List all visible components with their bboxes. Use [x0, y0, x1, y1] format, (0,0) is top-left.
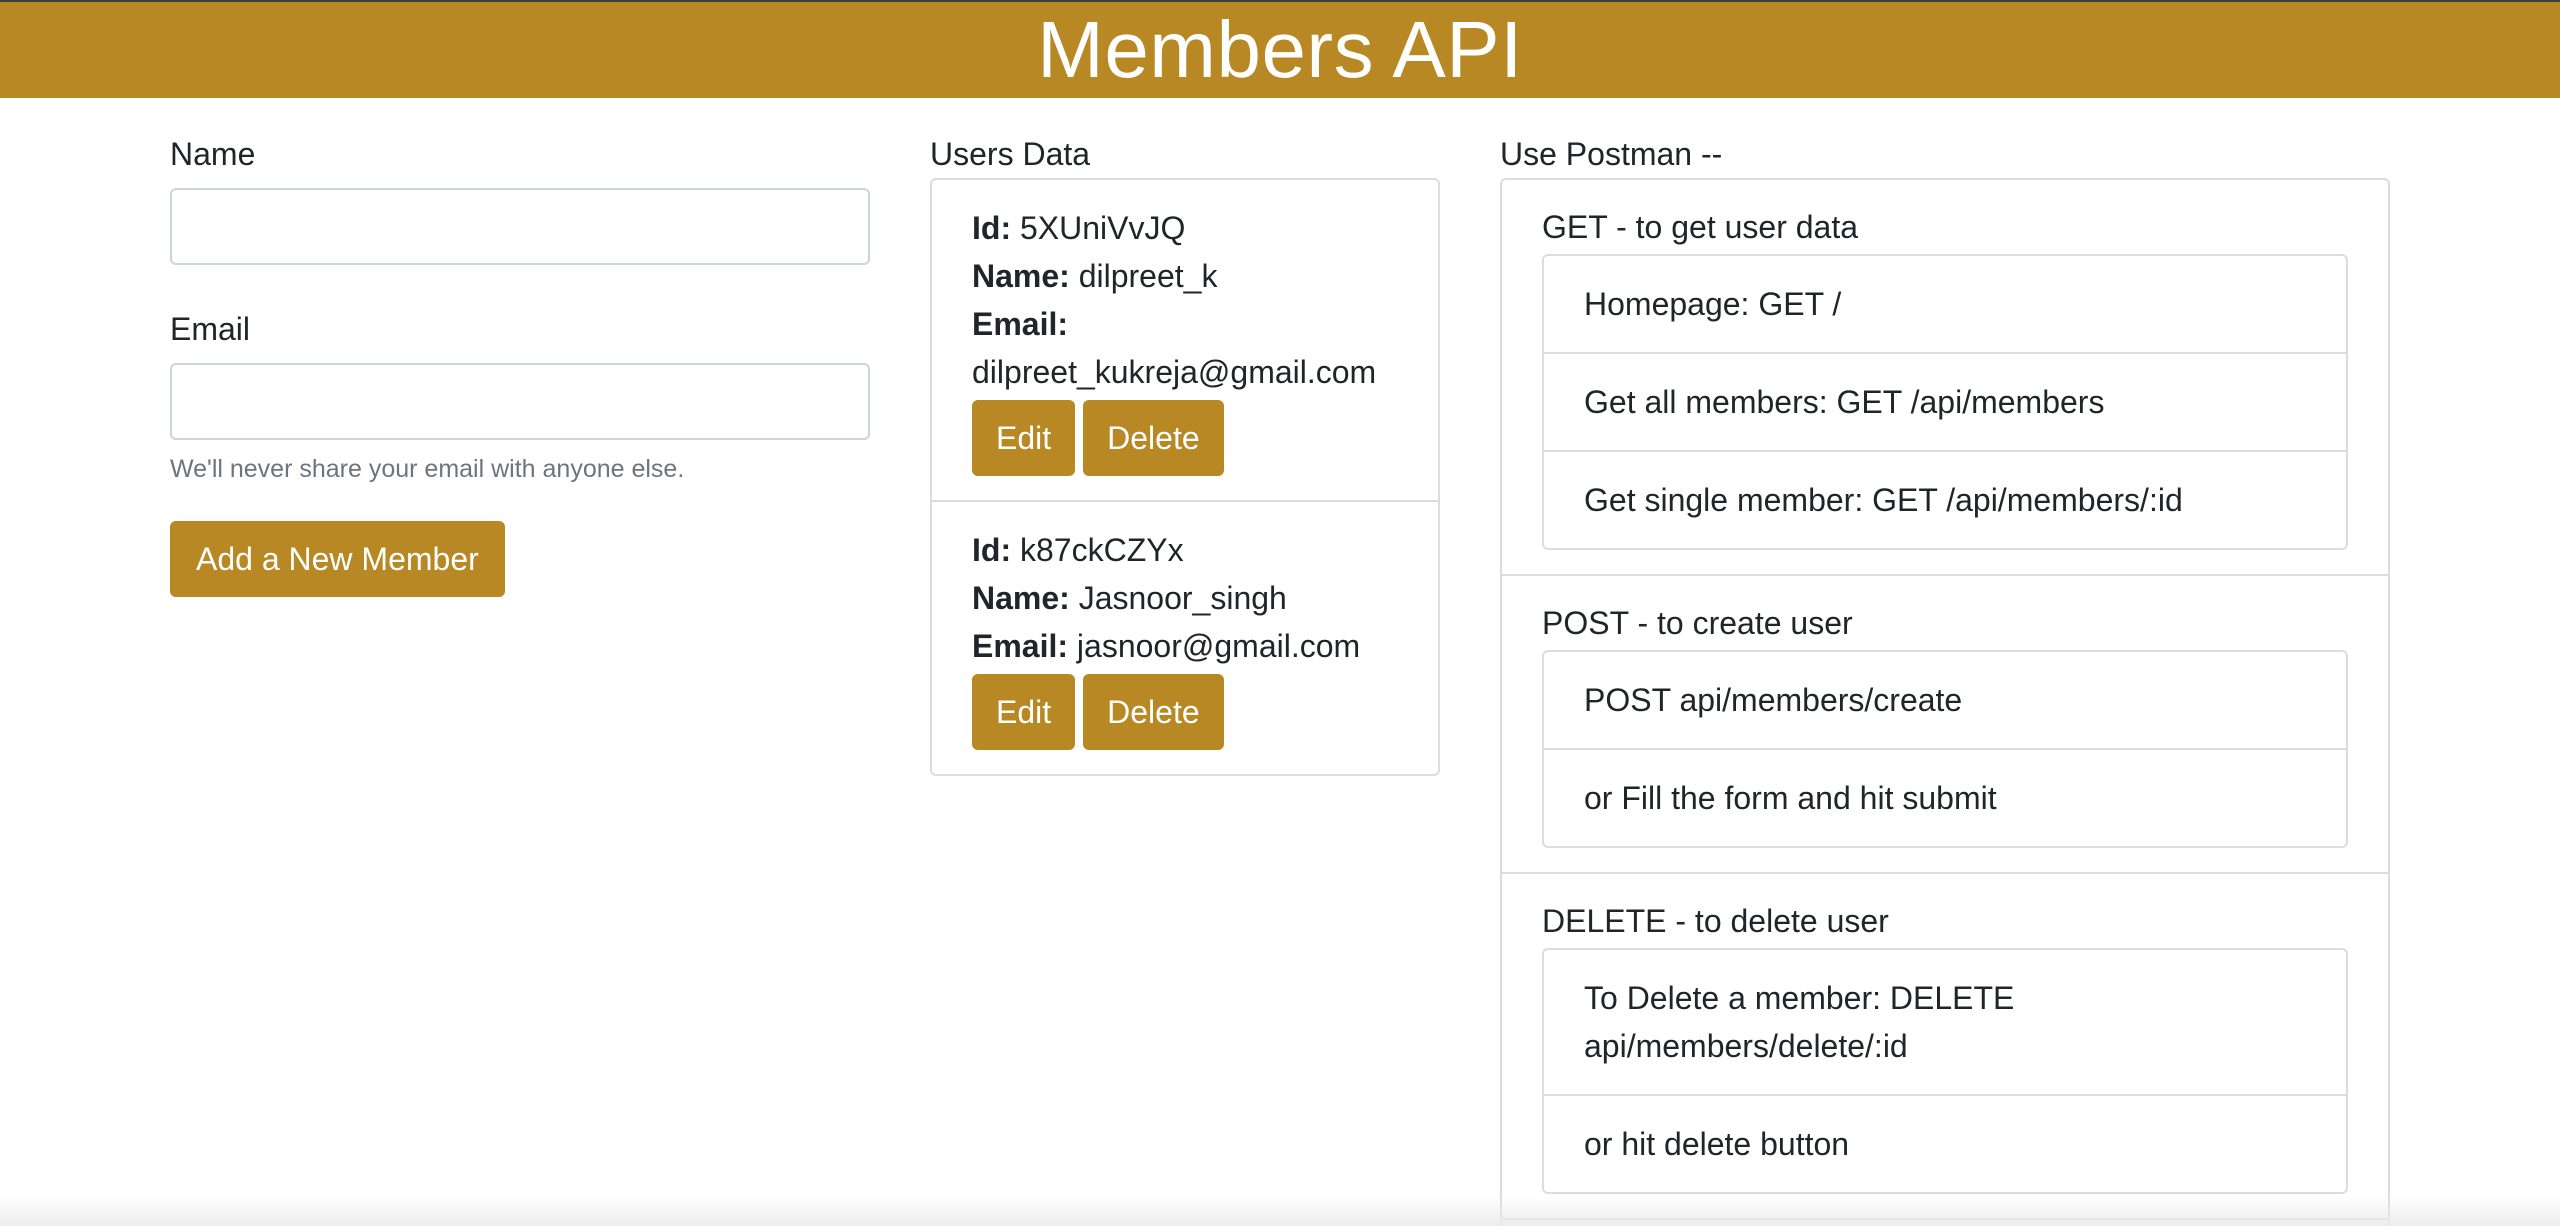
- user-name-field: Name: Jasnoor_singh: [972, 574, 1398, 622]
- add-member-button[interactable]: Add a New Member: [170, 521, 505, 597]
- user-id-field: Id: k87ckCZYx: [972, 526, 1398, 574]
- list-item: POST api/members/create: [1544, 652, 2346, 750]
- email-label: Email: [170, 311, 251, 347]
- user-id-value: k87ckCZYx: [1019, 532, 1184, 568]
- list-item: Homepage: GET /: [1544, 256, 2346, 354]
- user-name-value: dilpreet_k: [1078, 258, 1218, 294]
- endpoint-list: To Delete a member: DELETE api/members/d…: [1542, 948, 2348, 1194]
- user-email-field: Email: dilpreet_kukreja@gmail.com: [972, 300, 1398, 396]
- users-list: Id: 5XUniVvJQ Name: dilpreet_k Email: di…: [930, 178, 1440, 776]
- user-email-value: jasnoor@gmail.com: [1076, 628, 1361, 664]
- postman-title: Use Postman --: [1500, 136, 1723, 172]
- user-name-label: Name:: [972, 580, 1070, 616]
- header-bar: Members API: [0, 0, 2560, 98]
- user-name-label: Name:: [972, 258, 1070, 294]
- add-member-form: Name Email We'll never share your email …: [170, 132, 870, 597]
- section-title: DELETE - to delete user: [1542, 903, 1889, 939]
- user-id-label: Id:: [972, 532, 1012, 568]
- user-email-value: dilpreet_kukreja@gmail.com: [972, 354, 1377, 390]
- edit-button[interactable]: Edit: [972, 674, 1076, 750]
- users-title: Users Data: [930, 136, 1091, 172]
- list-item: or Fill the form and hit submit: [1584, 780, 1997, 816]
- user-actions: Edit Delete: [972, 400, 1398, 476]
- user-id-label: Id:: [972, 210, 1012, 246]
- endpoint-list: POST api/members/create or Fill the form…: [1542, 650, 2348, 848]
- endpoint-list: Homepage: GET / Get all members: GET /ap…: [1542, 254, 2348, 550]
- name-label: Name: [170, 136, 256, 172]
- page-title: Members API: [1037, 5, 1523, 94]
- section-title: GET - to get user data: [1542, 209, 1859, 245]
- user-card: Id: 5XUniVvJQ Name: dilpreet_k Email: di…: [932, 180, 1438, 502]
- postman-panel: Use Postman -- GET - to get user data Ho…: [1500, 132, 2390, 1226]
- delete-button[interactable]: Delete: [1083, 674, 1224, 750]
- section-title: POST - to create user: [1542, 605, 1853, 641]
- name-input[interactable]: [170, 188, 870, 265]
- list-item: Get single member: GET /api/members/:id: [1584, 482, 2183, 518]
- list-item: To Delete a member: DELETE api/members/d…: [1544, 950, 2346, 1096]
- users-panel: Users Data Id: 5XUniVvJQ Name: dilpreet_…: [930, 132, 1440, 776]
- page: Members API Name Email We'll never share…: [0, 0, 2560, 1226]
- list-item: Get all members: GET /api/members: [1544, 354, 2346, 452]
- delete-button[interactable]: Delete: [1083, 400, 1224, 476]
- user-name-field: Name: dilpreet_k: [972, 252, 1398, 300]
- list-item: or hit delete button: [1584, 1126, 1850, 1162]
- post-section: POST - to create user POST api/members/c…: [1502, 576, 2388, 874]
- email-help-text: We'll never share your email with anyone…: [170, 455, 685, 483]
- user-id-field: Id: 5XUniVvJQ: [972, 204, 1398, 252]
- user-email-field: Email: jasnoor@gmail.com: [972, 622, 1398, 670]
- get-section: GET - to get user data Homepage: GET / G…: [1502, 180, 2388, 576]
- delete-section: DELETE - to delete user To Delete a memb…: [1502, 874, 2388, 1220]
- user-id-value: 5XUniVvJQ: [1019, 210, 1186, 246]
- user-name-value: Jasnoor_singh: [1078, 580, 1287, 616]
- user-email-label: Email:: [972, 306, 1069, 342]
- email-input[interactable]: [170, 363, 870, 440]
- user-card: Id: k87ckCZYx Name: Jasnoor_singh Email:…: [932, 502, 1438, 774]
- user-actions: Edit Delete: [972, 674, 1398, 750]
- edit-button[interactable]: Edit: [972, 400, 1076, 476]
- postman-list: GET - to get user data Homepage: GET / G…: [1500, 178, 2390, 1226]
- user-email-label: Email:: [972, 628, 1069, 664]
